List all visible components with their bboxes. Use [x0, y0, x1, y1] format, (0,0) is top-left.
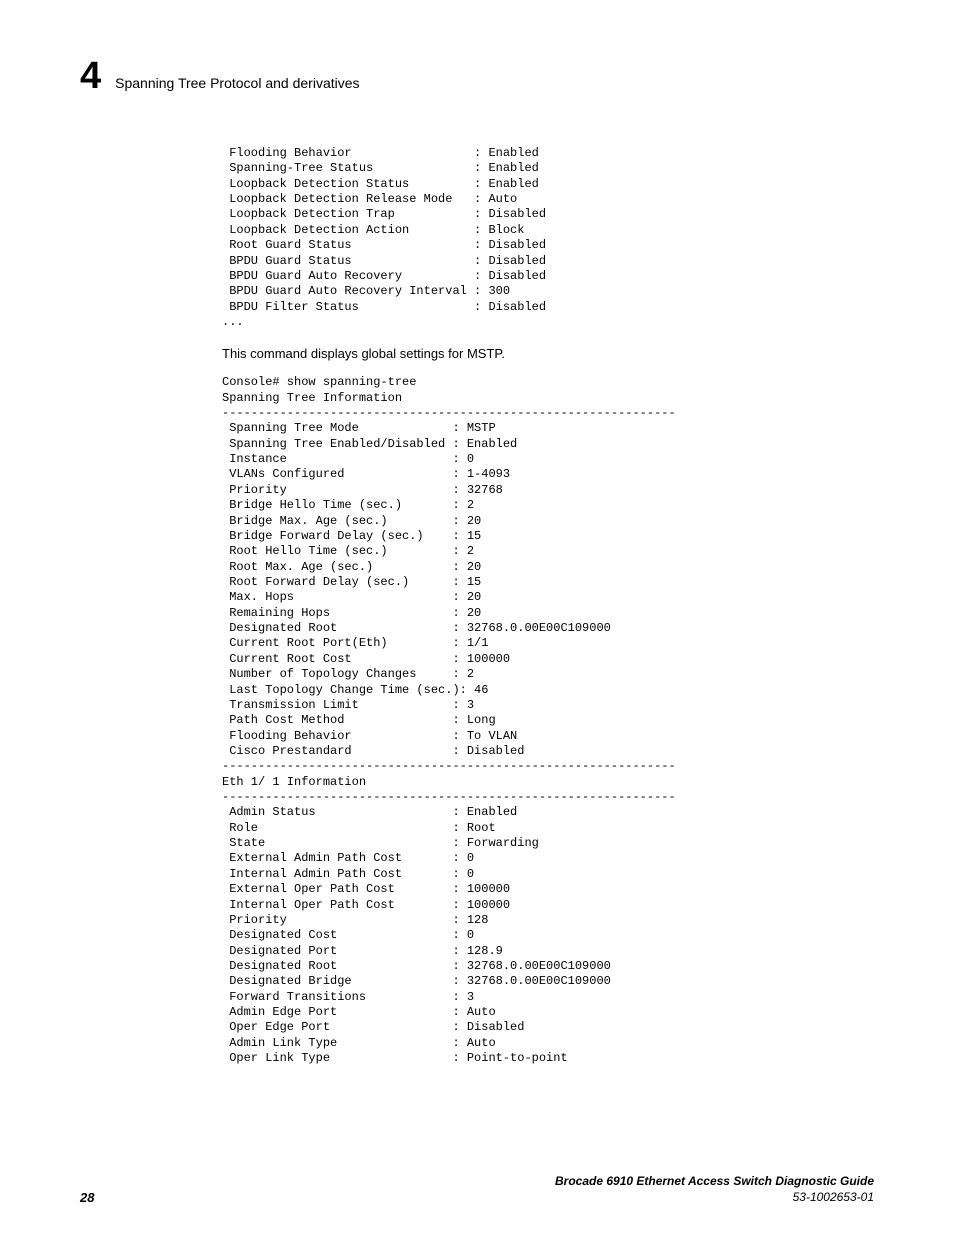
doc-title: Brocade 6910 Ethernet Access Switch Diag… [555, 1174, 874, 1188]
cli-output-block-1: Flooding Behavior : Enabled Spanning-Tre… [222, 146, 882, 330]
caption-text: This command displays global settings fo… [222, 346, 882, 361]
page-header: 4 Spanning Tree Protocol and derivatives [80, 55, 874, 98]
footer-right: Brocade 6910 Ethernet Access Switch Diag… [555, 1173, 874, 1205]
cli-output-block-2: Console# show spanning-tree Spanning Tre… [222, 375, 882, 1066]
page-number: 28 [80, 1190, 94, 1205]
page-footer: 28 Brocade 6910 Ethernet Access Switch D… [80, 1173, 874, 1205]
chapter-number: 4 [80, 55, 101, 98]
page: 4 Spanning Tree Protocol and derivatives… [0, 0, 954, 1235]
chapter-title: Spanning Tree Protocol and derivatives [115, 75, 359, 91]
doc-number: 53-1002653-01 [793, 1190, 874, 1204]
content-area: Flooding Behavior : Enabled Spanning-Tre… [222, 146, 882, 1066]
